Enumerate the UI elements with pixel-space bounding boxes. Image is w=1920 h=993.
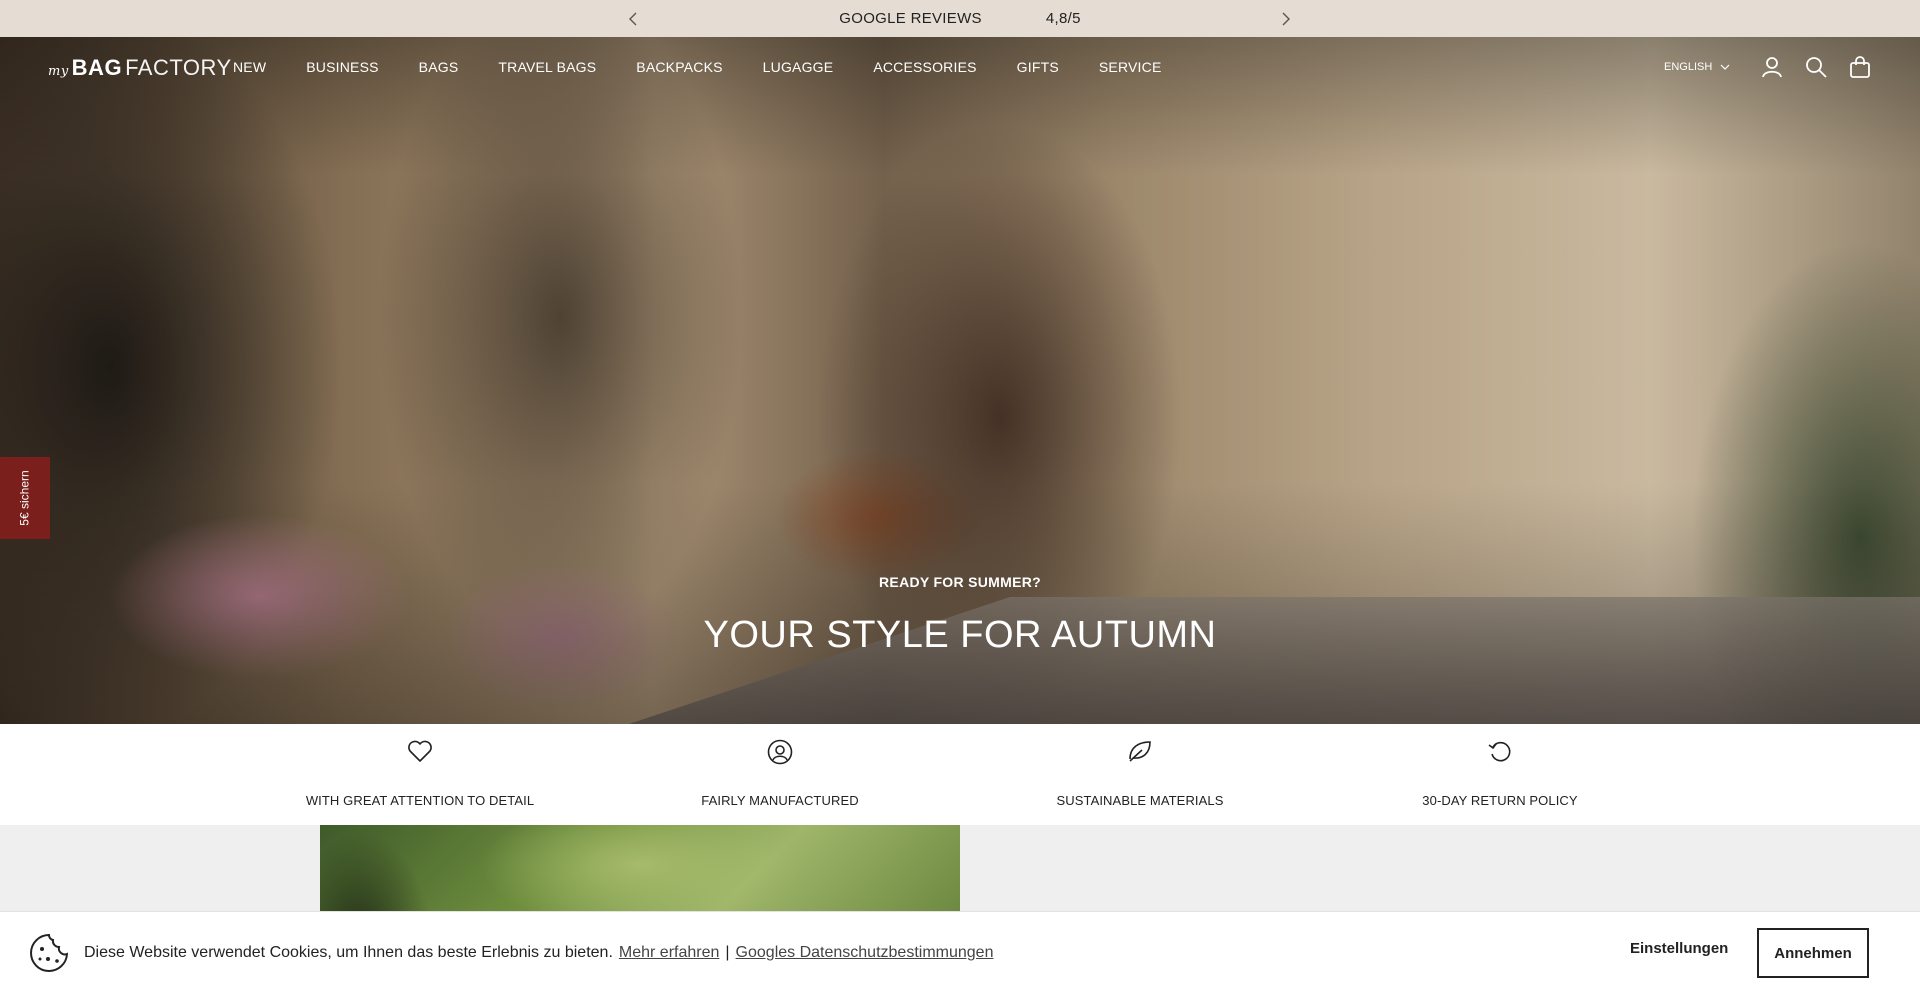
account-icon[interactable] bbox=[1760, 55, 1784, 79]
language-selector[interactable]: ENGLISH bbox=[1664, 61, 1730, 73]
discount-side-tab-label: 5€ sichern bbox=[18, 470, 32, 526]
return-icon bbox=[1340, 739, 1660, 767]
announcement-rating: 4,8/5 bbox=[1045, 10, 1081, 27]
cookie-icon bbox=[30, 933, 69, 972]
menu-item-accessories[interactable]: ACCESSORIES bbox=[873, 59, 976, 75]
feature-label: WITH GREAT ATTENTION TO DETAIL bbox=[305, 793, 535, 808]
header-icons bbox=[1760, 55, 1872, 79]
feature-returns: 30-DAY RETURN POLICY bbox=[1340, 739, 1660, 808]
discount-side-tab[interactable]: 5€ sichern bbox=[0, 457, 50, 539]
leaf-icon bbox=[980, 739, 1300, 767]
feature-label: FAIRLY MANUFACTURED bbox=[701, 793, 859, 808]
menu-item-business[interactable]: BUSINESS bbox=[306, 59, 378, 75]
search-icon[interactable] bbox=[1804, 55, 1828, 79]
menu-item-travel-bags[interactable]: TRAVEL BAGS bbox=[498, 59, 596, 75]
site-logo[interactable]: my BAG FACTORY bbox=[48, 55, 232, 81]
main-header: my BAG FACTORY NEW BUSINESS BAGS TRAVEL … bbox=[0, 37, 1920, 99]
menu-item-luggage[interactable]: LUGAGGE bbox=[763, 59, 834, 75]
announcement-bar: GOOGLE REVIEWS 4,8/5 bbox=[0, 0, 1920, 37]
language-label: ENGLISH bbox=[1664, 61, 1713, 73]
main-menu: NEW BUSINESS BAGS TRAVEL BAGS BACKPACKS … bbox=[233, 59, 1162, 75]
hero-title: YOUR STYLE FOR AUTUMN bbox=[703, 614, 1217, 656]
feature-detail: WITH GREAT ATTENTION TO DETAIL bbox=[260, 739, 580, 808]
logo-bag: BAG bbox=[71, 55, 123, 80]
cookie-learn-more-link[interactable]: Mehr erfahren bbox=[619, 944, 720, 962]
menu-item-backpacks[interactable]: BACKPACKS bbox=[636, 59, 722, 75]
cookie-settings-button[interactable]: Einstellungen bbox=[1630, 940, 1728, 957]
cart-icon[interactable] bbox=[1848, 55, 1872, 79]
feature-fair: FAIRLY MANUFACTURED bbox=[620, 739, 940, 808]
cookie-accept-button[interactable]: Annehmen bbox=[1757, 928, 1869, 978]
features-bar: WITH GREAT ATTENTION TO DETAIL FAIRLY MA… bbox=[0, 724, 1920, 825]
heart-icon bbox=[260, 739, 580, 767]
chevron-down-icon bbox=[1720, 61, 1730, 73]
chevron-left-icon[interactable] bbox=[623, 9, 643, 29]
menu-item-service[interactable]: SERVICE bbox=[1099, 59, 1162, 75]
cookie-banner: Diese Website verwendet Cookies, um Ihne… bbox=[0, 911, 1920, 993]
feature-label: 30-DAY RETURN POLICY bbox=[1422, 793, 1578, 808]
feature-label: SUSTAINABLE MATERIALS bbox=[1056, 793, 1224, 808]
cookie-separator: | bbox=[725, 944, 730, 961]
hero-subtitle: READY FOR SUMMER? bbox=[879, 574, 1041, 590]
menu-item-gifts[interactable]: GIFTS bbox=[1017, 59, 1059, 75]
chevron-right-icon[interactable] bbox=[1276, 9, 1296, 29]
cookie-privacy-link[interactable]: Googles Datenschutzbestimmungen bbox=[736, 944, 994, 962]
logo-my: my bbox=[48, 64, 69, 79]
menu-item-bags[interactable]: BAGS bbox=[419, 59, 459, 75]
user-circle-icon bbox=[620, 739, 940, 767]
menu-item-new[interactable]: NEW bbox=[233, 59, 266, 75]
cookie-text: Diese Website verwendet Cookies, um Ihne… bbox=[84, 944, 993, 962]
announcement-message: GOOGLE REVIEWS 4,8/5 bbox=[839, 10, 1080, 27]
logo-factory: FACTORY bbox=[125, 55, 232, 80]
announcement-label: GOOGLE REVIEWS bbox=[839, 10, 982, 27]
feature-sustainable: SUSTAINABLE MATERIALS bbox=[980, 739, 1300, 808]
cookie-message: Diese Website verwendet Cookies, um Ihne… bbox=[84, 944, 613, 961]
